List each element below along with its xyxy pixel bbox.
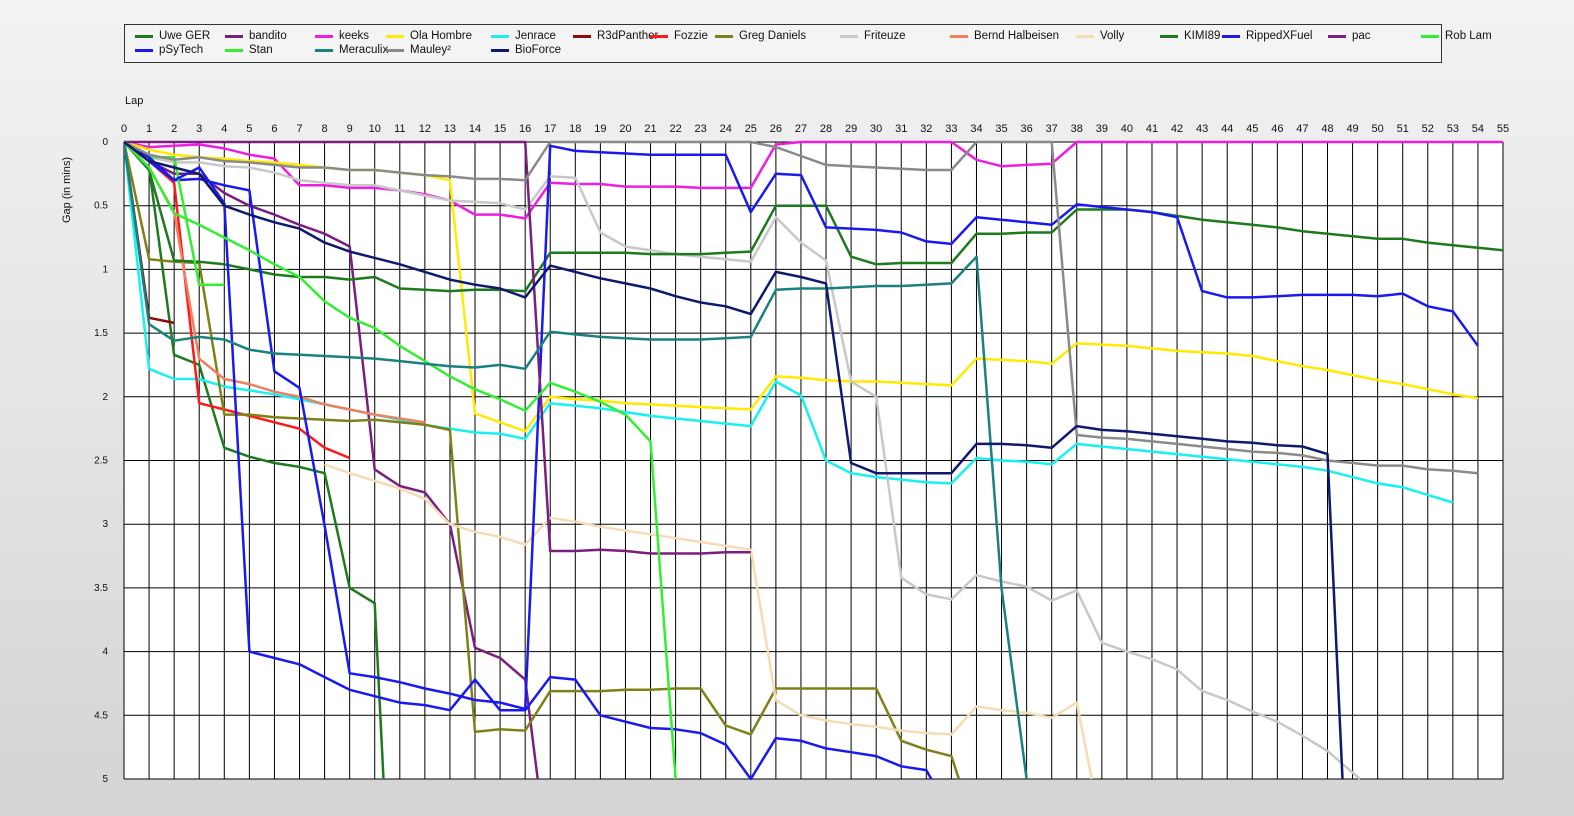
x-tick-label: 28 [820, 123, 832, 135]
x-tick-label: 38 [1071, 123, 1083, 135]
x-tick-label: 43 [1196, 123, 1208, 135]
x-tick-label: 0 [121, 123, 127, 135]
x-tick-label: 24 [720, 123, 732, 135]
x-tick-label: 32 [920, 123, 932, 135]
x-tick-label: 13 [444, 123, 456, 135]
x-tick-label: 25 [745, 123, 757, 135]
y-tick-label: 0 [102, 137, 108, 148]
x-tick-label: 20 [619, 123, 631, 135]
x-tick-label: 34 [970, 123, 982, 135]
x-tick-label: 31 [895, 123, 907, 135]
x-tick-label: 53 [1447, 123, 1459, 135]
y-tick-label: 2 [102, 392, 108, 403]
y-tick-label: 1 [102, 264, 108, 275]
y-tick-label: 1.5 [94, 328, 108, 339]
x-tick-label: 40 [1121, 123, 1133, 135]
x-tick-label: 1 [146, 123, 152, 135]
x-tick-label: 55 [1497, 123, 1509, 135]
x-tick-label: 11 [394, 123, 405, 135]
x-tick-label: 47 [1296, 123, 1308, 135]
x-tick-label: 35 [995, 123, 1007, 135]
x-tick-label: 29 [845, 123, 857, 135]
x-tick-label: 4 [221, 123, 227, 135]
x-tick-label: 54 [1472, 123, 1484, 135]
x-tick-label: 46 [1271, 123, 1283, 135]
x-tick-label: 49 [1346, 123, 1358, 135]
x-tick-label: 39 [1096, 123, 1108, 135]
x-tick-label: 21 [644, 123, 656, 135]
x-tick-label: 36 [1020, 123, 1032, 135]
x-tick-label: 37 [1046, 123, 1058, 135]
x-tick-label: 2 [171, 123, 177, 135]
x-tick-label: 33 [945, 123, 957, 135]
x-tick-label: 22 [669, 123, 681, 135]
x-tick-label: 42 [1171, 123, 1183, 135]
y-tick-label: 4.5 [94, 710, 108, 721]
x-tick-label: 19 [594, 123, 606, 135]
x-tick-label: 23 [695, 123, 707, 135]
x-tick-label: 41 [1146, 123, 1158, 135]
x-tick-label: 17 [544, 123, 556, 135]
x-tick-label: 15 [494, 123, 506, 135]
y-tick-label: 5 [102, 774, 108, 785]
x-tick-label: 50 [1372, 123, 1384, 135]
x-axis-title: Lap [125, 95, 143, 107]
x-tick-label: 5 [246, 123, 252, 135]
x-tick-label: 8 [322, 123, 328, 135]
x-tick-label: 12 [419, 123, 431, 135]
x-tick-label: 7 [296, 123, 302, 135]
x-tick-label: 10 [369, 123, 381, 135]
x-tick-label: 48 [1321, 123, 1333, 135]
y-tick-label: 3.5 [94, 583, 108, 594]
x-tick-label: 51 [1397, 123, 1409, 135]
x-tick-label: 3 [196, 123, 202, 135]
x-tick-label: 52 [1422, 123, 1434, 135]
y-tick-label: 0.5 [94, 201, 108, 212]
y-tick-label: 4 [102, 647, 108, 658]
y-axis-title: Gap (in mins) [61, 157, 73, 223]
y-tick-label: 3 [102, 519, 108, 530]
x-tick-label: 30 [870, 123, 882, 135]
x-tick-label: 45 [1246, 123, 1258, 135]
x-tick-label: 14 [469, 123, 481, 135]
x-tick-label: 18 [569, 123, 581, 135]
y-tick-label: 2.5 [94, 456, 108, 467]
x-tick-label: 9 [347, 123, 353, 135]
x-tick-label: 44 [1221, 123, 1233, 135]
x-tick-label: 26 [770, 123, 782, 135]
x-tick-label: 16 [519, 123, 531, 135]
x-tick-label: 27 [795, 123, 807, 135]
chart-plot: 0 1 2 3 4 5 6 7 8 9 10 11 12 13 14 15 16 17 18 19 20 21 22 23 24… [61, 95, 1509, 785]
x-tick-label: 6 [271, 123, 277, 135]
